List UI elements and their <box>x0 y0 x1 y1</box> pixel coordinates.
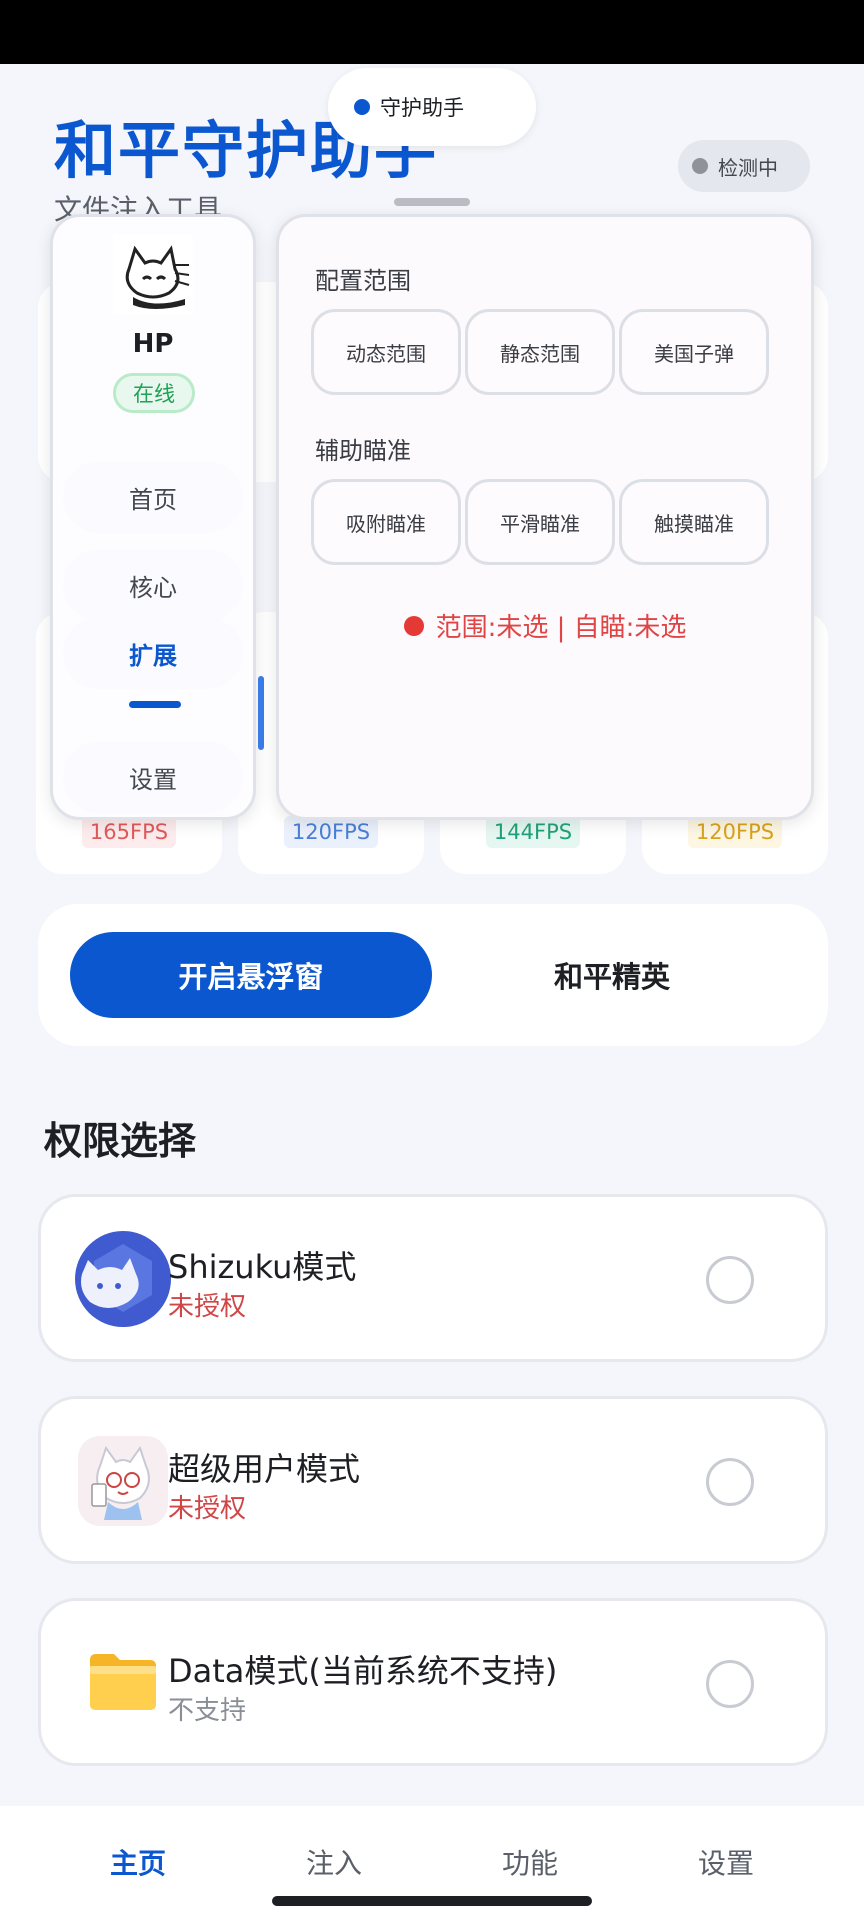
online-badge: 在线 <box>113 373 195 413</box>
aim-section-title: 辅助瞄准 <box>315 437 411 465</box>
float-nav-home[interactable]: 首页 <box>63 461 243 533</box>
permission-radio[interactable] <box>706 1660 754 1708</box>
permission-status: 未授权 <box>168 1292 247 1322</box>
drag-handle[interactable] <box>394 198 470 206</box>
permission-name: 超级用户模式 <box>168 1450 361 1488</box>
active-nav-indicator <box>129 701 181 708</box>
range-option-static[interactable]: 静态范围 <box>465 309 615 395</box>
bottom-nav-settings[interactable]: 设置 <box>646 1842 806 1882</box>
game-select-button[interactable]: 和平精英 <box>470 932 754 1018</box>
helper-pill[interactable]: 守护助手 <box>328 68 536 146</box>
detect-status-label: 检测中 <box>718 155 778 180</box>
permission-name: Shizuku模式 <box>168 1248 357 1286</box>
cat-avatar-icon <box>113 235 193 315</box>
permission-radio[interactable] <box>706 1256 754 1304</box>
user-name: HP <box>132 329 174 359</box>
selection-status-text: 范围:未选 | 自瞄:未选 <box>435 613 687 643</box>
detect-status-badge: 检测中 <box>678 140 810 192</box>
permission-radio[interactable] <box>706 1458 754 1506</box>
bottom-nav-home[interactable]: 主页 <box>58 1842 218 1882</box>
fps-tag: 144FPS <box>486 816 580 848</box>
folder-icon <box>88 1652 158 1712</box>
selection-status: 范围:未选 | 自瞄:未选 <box>279 607 811 644</box>
float-panel: 配置范围 动态范围 静态范围 美国子弹 辅助瞄准 吸附瞄准 平滑瞄准 触摸瞄准 … <box>276 214 814 820</box>
helper-pill-label: 守护助手 <box>380 96 464 120</box>
helper-dot-icon <box>354 99 370 115</box>
fps-tag: 165FPS <box>82 816 176 848</box>
aim-option-snap[interactable]: 吸附瞄准 <box>311 479 461 565</box>
open-floating-window-button[interactable]: 开启悬浮窗 <box>70 932 432 1018</box>
float-nav-core[interactable]: 核心 <box>63 549 243 621</box>
anime-avatar-icon <box>78 1436 168 1526</box>
home-indicator[interactable] <box>272 1896 592 1906</box>
permission-status: 未授权 <box>168 1494 247 1524</box>
status-bar <box>0 0 864 64</box>
permission-status: 不支持 <box>168 1696 247 1726</box>
range-section-title: 配置范围 <box>315 267 411 295</box>
bottom-nav-features[interactable]: 功能 <box>450 1842 610 1882</box>
range-option-us-bullet[interactable]: 美国子弹 <box>619 309 769 395</box>
bottom-nav-inject[interactable]: 注入 <box>254 1842 414 1882</box>
float-nav-extend[interactable]: 扩展 <box>63 617 243 689</box>
aim-option-touch[interactable]: 触摸瞄准 <box>619 479 769 565</box>
shizuku-cat-icon <box>74 1230 172 1328</box>
status-dot-icon <box>692 158 708 174</box>
float-menu: HP 在线 首页 核心 扩展 设置 <box>50 214 256 820</box>
range-option-dynamic[interactable]: 动态范围 <box>311 309 461 395</box>
permission-name: Data模式(当前系统不支持) <box>168 1652 558 1690</box>
permission-section-title: 权限选择 <box>44 1119 197 1163</box>
float-nav-settings[interactable]: 设置 <box>63 741 243 813</box>
aim-option-smooth[interactable]: 平滑瞄准 <box>465 479 615 565</box>
fps-tag: 120FPS <box>284 816 378 848</box>
float-menu-scrollbar[interactable] <box>258 676 264 750</box>
fps-tag: 120FPS <box>688 816 782 848</box>
status-red-dot-icon <box>403 615 424 636</box>
